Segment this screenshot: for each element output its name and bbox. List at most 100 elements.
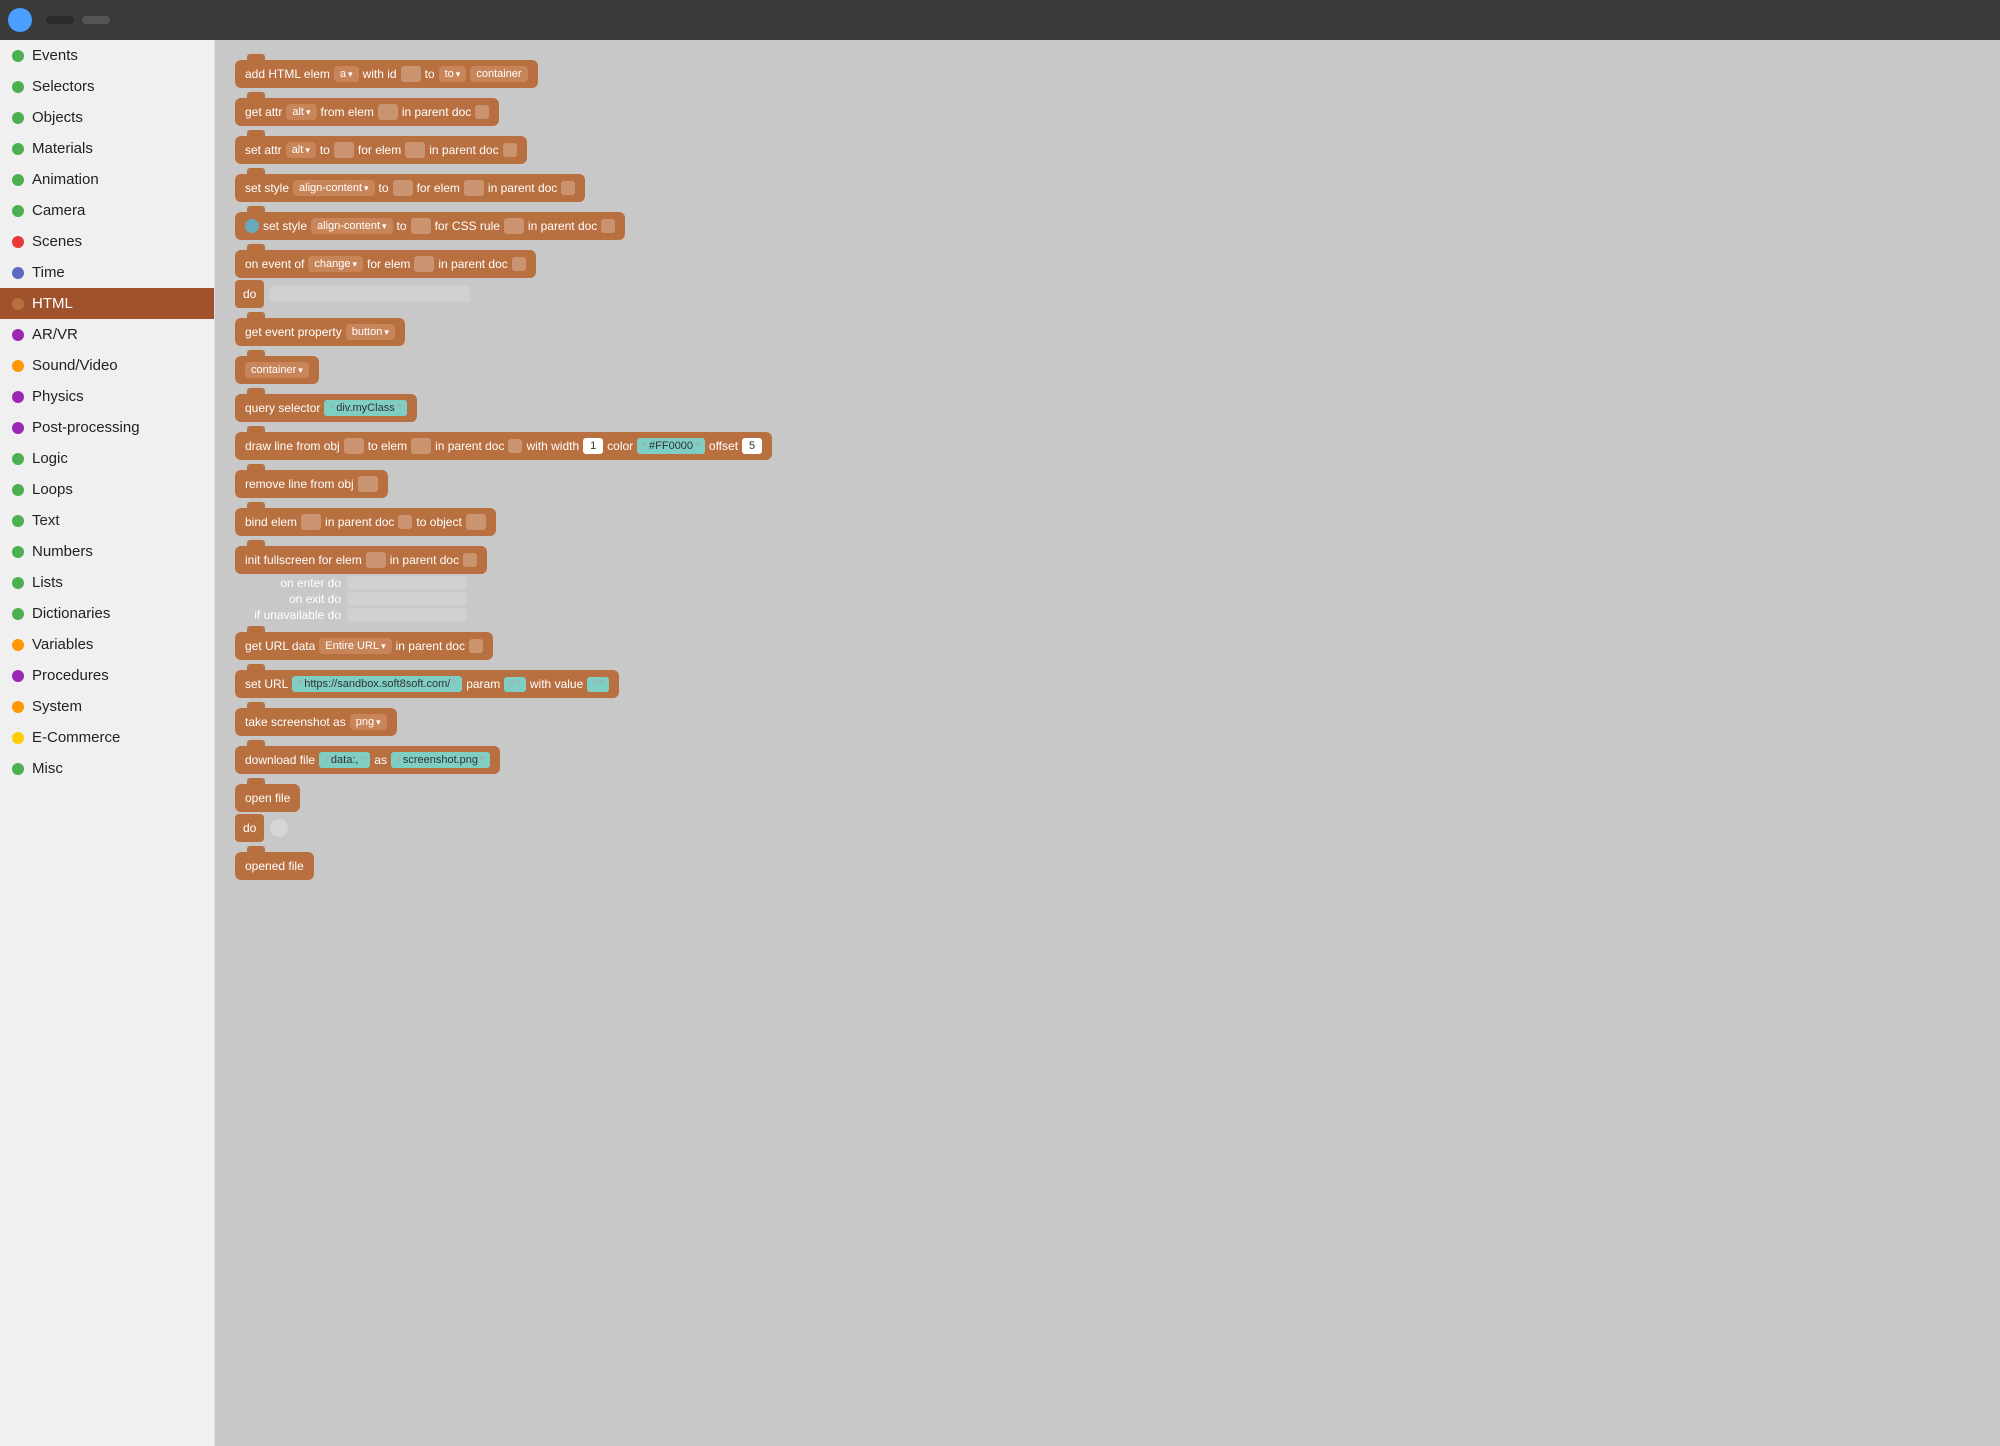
- sidebar-dot-selectors: [12, 81, 24, 93]
- block-add-html-elem: add HTML elem a with id to to container: [235, 60, 538, 88]
- chip-dropdown[interactable]: alt: [286, 104, 316, 120]
- chip-dropdown[interactable]: align-content: [311, 218, 393, 234]
- block-on-event: on event of change for elem in parent do…: [235, 250, 536, 308]
- num-value: 5: [742, 438, 762, 454]
- sidebar-label-animation: Animation: [32, 171, 99, 188]
- slot: [463, 553, 477, 567]
- sidebar-item-procedures[interactable]: Procedures: [0, 660, 214, 691]
- sidebar-label-loops: Loops: [32, 481, 73, 498]
- sidebar-item-objects[interactable]: Objects: [0, 102, 214, 133]
- sidebar-item-materials[interactable]: Materials: [0, 133, 214, 164]
- slot: [366, 552, 386, 568]
- block-remove-line: remove line from obj: [235, 470, 388, 498]
- block-set-url: set URL https://sandbox.soft8soft.com/ p…: [235, 670, 619, 698]
- sidebar-dot-logic: [12, 453, 24, 465]
- sidebar-item-system[interactable]: System: [0, 691, 214, 722]
- sidebar-item-variables[interactable]: Variables: [0, 629, 214, 660]
- sidebar-dot-system: [12, 701, 24, 713]
- sidebar-label-camera: Camera: [32, 202, 85, 219]
- slot: [503, 143, 517, 157]
- string-value: [587, 677, 609, 692]
- slot: [508, 439, 522, 453]
- sidebar-dot-events: [12, 50, 24, 62]
- sidebar-dot-postprocessing: [12, 422, 24, 434]
- sidebar-item-time[interactable]: Time: [0, 257, 214, 288]
- slot: [464, 180, 484, 196]
- slot: [398, 515, 412, 529]
- sidebar-dot-time: [12, 267, 24, 279]
- sidebar-dot-ecommerce: [12, 732, 24, 744]
- sidebar-item-numbers[interactable]: Numbers: [0, 536, 214, 567]
- sidebar-label-physics: Physics: [32, 388, 84, 405]
- main-layout: Events Selectors Objects Materials Anima…: [0, 40, 2000, 1446]
- slot: [414, 256, 434, 272]
- sidebar-label-materials: Materials: [32, 140, 93, 157]
- sidebar-item-selectors[interactable]: Selectors: [0, 71, 214, 102]
- block-icon: [245, 219, 259, 233]
- sidebar-item-logic[interactable]: Logic: [0, 443, 214, 474]
- block-set-style: set style align-content to for elem in p…: [235, 174, 585, 202]
- chip-dropdown[interactable]: Entire URL: [319, 638, 391, 654]
- chip-dropdown[interactable]: to: [439, 66, 467, 82]
- sidebar-item-html[interactable]: HTML: [0, 288, 214, 319]
- slot: [475, 105, 489, 119]
- sidebar-label-soundvideo: Sound/Video: [32, 357, 118, 374]
- sidebar-item-dictionaries[interactable]: Dictionaries: [0, 598, 214, 629]
- slot: [466, 514, 486, 530]
- block-get-event-prop: get event property button: [235, 318, 405, 346]
- chip-dropdown[interactable]: button: [346, 324, 395, 340]
- sidebar-dot-objects: [12, 112, 24, 124]
- chip-dropdown[interactable]: a: [334, 66, 359, 82]
- sidebar-item-ecommerce[interactable]: E-Commerce: [0, 722, 214, 753]
- sidebar-item-misc[interactable]: Misc: [0, 753, 214, 784]
- block-open-file: open file do: [235, 784, 300, 842]
- sidebar-dot-arvr: [12, 329, 24, 341]
- slot: [358, 476, 378, 492]
- slot: [561, 181, 575, 195]
- slot: [405, 142, 425, 158]
- slot: [411, 438, 431, 454]
- slot: [401, 66, 421, 82]
- sidebar-dot-physics: [12, 391, 24, 403]
- block-draw-line: draw line from obj to elem in parent doc…: [235, 432, 772, 460]
- sidebar-dot-camera: [12, 205, 24, 217]
- slot: [512, 257, 526, 271]
- canvas-area[interactable]: add HTML elem a with id to to container …: [215, 40, 2000, 1446]
- tab-main[interactable]: [82, 16, 110, 24]
- chip-dropdown[interactable]: png: [350, 714, 387, 730]
- slot: [378, 104, 398, 120]
- chip-dropdown[interactable]: change: [308, 256, 363, 272]
- block-query-selector: query selector div.myClass: [235, 394, 417, 422]
- sidebar-label-scenes: Scenes: [32, 233, 82, 250]
- sidebar-label-events: Events: [32, 47, 78, 64]
- sidebar-item-events[interactable]: Events: [0, 40, 214, 71]
- string-value: #FF0000: [637, 438, 705, 454]
- chip-dropdown[interactable]: alt: [286, 142, 316, 158]
- sidebar-label-selectors: Selectors: [32, 78, 95, 95]
- sidebar-dot-soundvideo: [12, 360, 24, 372]
- string-value: https://sandbox.soft8soft.com/: [292, 676, 462, 692]
- chip-dropdown[interactable]: align-content: [293, 180, 375, 196]
- sidebar-item-soundvideo[interactable]: Sound/Video: [0, 350, 214, 381]
- sidebar-item-animation[interactable]: Animation: [0, 164, 214, 195]
- sidebar-label-text: Text: [32, 512, 60, 529]
- block-set-style-css: set style align-content to for CSS rule …: [235, 212, 625, 240]
- sidebar-dot-numbers: [12, 546, 24, 558]
- chip-dropdown[interactable]: container: [245, 362, 309, 378]
- sidebar-item-physics[interactable]: Physics: [0, 381, 214, 412]
- sidebar-label-html: HTML: [32, 295, 73, 312]
- sidebar-item-camera[interactable]: Camera: [0, 195, 214, 226]
- sidebar-item-scenes[interactable]: Scenes: [0, 226, 214, 257]
- sidebar-item-postprocessing[interactable]: Post-processing: [0, 412, 214, 443]
- sidebar-label-objects: Objects: [32, 109, 83, 126]
- sidebar-dot-dictionaries: [12, 608, 24, 620]
- block-bind-elem: bind elem in parent doc to object: [235, 508, 496, 536]
- slot: [601, 219, 615, 233]
- sidebar-dot-html: [12, 298, 24, 310]
- tab-init[interactable]: [46, 16, 74, 24]
- sidebar-item-arvr[interactable]: AR/VR: [0, 319, 214, 350]
- sidebar-item-lists[interactable]: Lists: [0, 567, 214, 598]
- sidebar-item-text[interactable]: Text: [0, 505, 214, 536]
- sidebar-item-loops[interactable]: Loops: [0, 474, 214, 505]
- sidebar-label-procedures: Procedures: [32, 667, 109, 684]
